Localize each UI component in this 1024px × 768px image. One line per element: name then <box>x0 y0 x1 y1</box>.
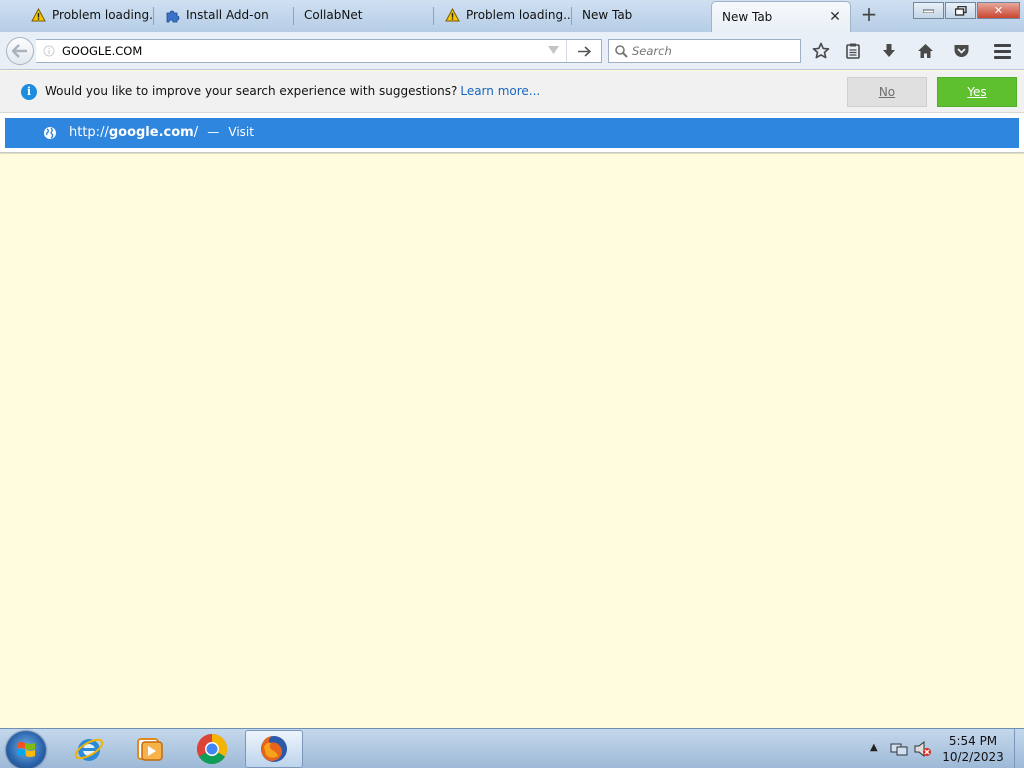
bookmarks-menu-button[interactable] <box>842 40 864 62</box>
pocket-icon <box>954 45 968 57</box>
learn-more-link[interactable]: Learn more... <box>460 84 540 98</box>
show-hidden-icons-button[interactable]: ▲ <box>870 742 878 753</box>
show-desktop-button[interactable] <box>1014 729 1024 768</box>
downloads-button[interactable] <box>878 40 900 62</box>
bookmarks-list-icon <box>846 43 860 59</box>
suggestion-action: Visit <box>228 125 254 139</box>
firefox-icon <box>261 736 287 762</box>
taskbar-firefox[interactable] <box>245 730 303 768</box>
site-identity-icon[interactable] <box>36 40 62 62</box>
suggestion-url-suffix: / <box>193 125 199 140</box>
close-icon: ✕ <box>993 4 1004 17</box>
tab-label: New Tab <box>582 8 633 22</box>
tab-problem-loading-2[interactable]: Problem loading... <box>434 0 572 30</box>
search-icon <box>615 44 628 58</box>
volume-muted-icon[interactable] <box>914 740 932 760</box>
arrow-right-icon <box>577 45 591 57</box>
media-player-icon <box>137 738 163 761</box>
no-button[interactable]: No <box>847 77 927 107</box>
go-button[interactable] <box>566 40 601 62</box>
yes-button[interactable]: Yes <box>937 77 1017 107</box>
tab-label: Problem loading... <box>52 8 154 22</box>
tab-label: New Tab <box>722 10 773 24</box>
home-icon <box>917 44 933 58</box>
tab-new-tab-active[interactable]: New Tab ✕ <box>711 1 851 32</box>
taskbar-internet-explorer[interactable] <box>60 730 118 768</box>
windows-taskbar: ▲ 5:54 PM 10/2/2023 <box>0 728 1024 768</box>
warning-icon <box>30 7 46 23</box>
search-bar[interactable] <box>608 39 801 63</box>
start-button[interactable] <box>6 731 46 768</box>
internet-explorer-icon <box>74 738 104 761</box>
info-icon: i <box>21 84 37 100</box>
tab-install-addon[interactable]: Install Add-on <box>154 0 294 30</box>
chrome-icon <box>196 734 228 765</box>
notification-message: Would you like to improve your search ex… <box>45 84 458 98</box>
puzzle-icon <box>164 7 180 23</box>
warning-icon <box>444 7 460 23</box>
star-icon <box>812 42 830 59</box>
pocket-button[interactable] <box>950 40 972 62</box>
tab-collabnet[interactable]: CollabNet <box>294 0 434 30</box>
url-input[interactable] <box>62 41 502 61</box>
tab-new-tab[interactable]: New Tab <box>572 0 712 30</box>
tab-label: Install Add-on <box>186 8 269 22</box>
tab-close-icon[interactable]: ✕ <box>828 9 842 25</box>
window-controls: ✕ <box>912 2 1020 19</box>
download-arrow-icon <box>883 44 895 57</box>
search-input[interactable] <box>632 44 792 58</box>
taskbar-chrome[interactable] <box>183 730 241 768</box>
hamburger-menu-button[interactable] <box>990 40 1014 62</box>
menu-icon <box>993 43 1011 47</box>
taskbar-clock[interactable]: 5:54 PM 10/2/2023 <box>937 733 1009 765</box>
restore-button[interactable] <box>945 2 976 19</box>
tab-problem-loading-1[interactable]: Problem loading... <box>20 0 154 30</box>
network-icon[interactable] <box>890 741 908 760</box>
autocomplete-suggestion-row[interactable]: http://google.com/ — Visit <box>5 118 1019 148</box>
search-suggestions-notification: i Would you like to improve your search … <box>0 71 1024 113</box>
back-button[interactable] <box>6 37 34 65</box>
url-bar[interactable] <box>36 39 602 63</box>
tab-strip: Problem loading... Install Add-on Collab… <box>0 0 1024 32</box>
clock-time: 5:54 PM <box>948 734 998 748</box>
taskbar-media-player[interactable] <box>120 730 178 768</box>
url-autocomplete-popup: i Would you like to improve your search … <box>0 71 1024 153</box>
globe-icon <box>44 127 56 139</box>
new-tab-button[interactable]: + <box>858 4 880 26</box>
tab-label: CollabNet <box>304 8 363 22</box>
windows-logo-icon <box>17 742 35 757</box>
tab-label: Problem loading... <box>466 8 572 22</box>
close-window-button[interactable]: ✕ <box>977 2 1020 19</box>
back-arrow-icon <box>12 44 27 58</box>
clock-date: 10/2/2023 <box>942 750 1004 764</box>
suggestion-url-host: google.com <box>108 125 194 140</box>
suggestion-separator: — <box>207 125 220 139</box>
minimize-button[interactable] <box>913 2 944 19</box>
bookmark-star-button[interactable] <box>810 40 832 62</box>
url-history-dropdown-icon[interactable] <box>548 44 559 57</box>
home-button[interactable] <box>914 40 936 62</box>
navigation-toolbar <box>0 32 1024 70</box>
page-content-area <box>0 154 1024 728</box>
suggestion-url-prefix: http:// <box>69 125 109 140</box>
